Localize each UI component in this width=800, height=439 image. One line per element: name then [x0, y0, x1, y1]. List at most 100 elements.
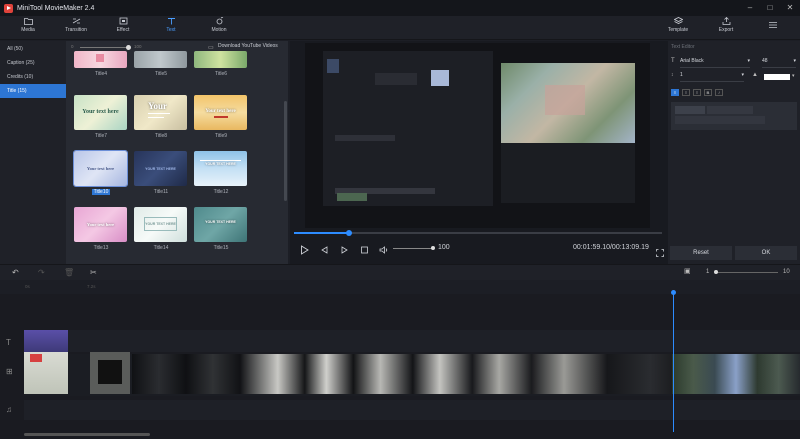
previous-frame-button[interactable] [320, 242, 329, 260]
playback-progress-bar[interactable] [294, 230, 662, 236]
bold-button[interactable]: B [704, 89, 712, 96]
timecode: 00:01:59.10/00:13:09.19 [573, 244, 649, 251]
title-item[interactable]: Title5 [134, 51, 188, 77]
thumbnail-size-slider[interactable] [80, 47, 130, 48]
volume-button[interactable] [379, 242, 388, 260]
text-input-area[interactable] [671, 102, 797, 130]
motion-button[interactable]: Motion [199, 17, 239, 33]
chevron-down-icon: ▾ [741, 72, 744, 78]
effect-button[interactable]: Effect [103, 17, 143, 33]
progress-handle[interactable] [346, 230, 353, 236]
title-item[interactable]: Your text here Title10 [73, 150, 128, 195]
title-preview-text: Your text here [205, 109, 236, 114]
text-button[interactable]: Text [151, 17, 191, 33]
title-thumbnail[interactable]: YOUR TEXT HERE [134, 151, 187, 186]
title-thumbnail[interactable]: Your text here [74, 207, 127, 242]
play-icon [301, 245, 309, 255]
slider-handle[interactable] [126, 45, 131, 50]
playhead-handle[interactable] [671, 290, 676, 295]
title-thumbnail[interactable]: YOUR TEXT HERE [134, 207, 187, 242]
title-label: Title14 [153, 245, 169, 251]
text-track[interactable] [24, 330, 800, 352]
title-thumbnail[interactable] [194, 51, 247, 68]
upload-icon [722, 17, 730, 25]
title-thumbnail[interactable] [134, 51, 187, 68]
export-button[interactable]: Export [706, 17, 746, 33]
text-track-icon: T [6, 338, 11, 347]
delete-icon[interactable]: 🗑 [64, 268, 74, 277]
title-thumbnail[interactable]: Your [134, 95, 187, 130]
ruler-tick: 0s [25, 284, 30, 289]
video-clip-strip[interactable] [672, 354, 800, 394]
timeline-tracks: T ⊞ ♫ [0, 294, 800, 439]
title-label: Title12 [213, 189, 229, 195]
timeline-scrollbar[interactable] [24, 433, 150, 436]
align-center-button[interactable]: ≡ [682, 89, 690, 96]
undo-icon[interactable]: ↶ [12, 268, 19, 277]
reset-button[interactable]: Reset [670, 246, 732, 260]
split-icon[interactable]: ✂ [90, 268, 97, 277]
close-icon[interactable]: ✕ [780, 0, 800, 16]
title-thumbnail[interactable] [74, 51, 127, 68]
title-item[interactable]: YOUR TEXT HERE Title12 [194, 151, 248, 195]
color-swatch[interactable] [764, 74, 790, 80]
title-preview-text: YOUR TEXT HERE [205, 162, 236, 166]
title-thumbnail[interactable]: YOUR TEXT HERE [194, 151, 247, 186]
title-item[interactable]: Your text here Title9 [194, 95, 248, 139]
title-thumbnail[interactable]: Your text here [73, 150, 128, 187]
fit-timeline-icon[interactable]: ▣ [684, 267, 691, 275]
menu-button[interactable] [753, 21, 793, 31]
category-credits[interactable]: Credits (10) [0, 70, 66, 84]
media-button[interactable]: Media [8, 17, 48, 33]
title-thumbnail[interactable]: Your text here [194, 95, 247, 130]
stop-icon [361, 246, 368, 254]
chevron-down-icon: ▾ [747, 58, 750, 64]
next-frame-button[interactable] [340, 242, 349, 260]
zoom-max-label: 100 [134, 44, 142, 49]
play-button[interactable] [300, 242, 309, 260]
font-size-dropdown[interactable]: 48 ▾ [762, 58, 796, 68]
library-scrollbar[interactable] [284, 101, 287, 201]
title-preview-text: YOUR TEXT HERE [145, 222, 176, 226]
volume-handle[interactable] [431, 246, 435, 250]
decor [148, 113, 170, 114]
text-editor-header: Text Editor [671, 44, 695, 50]
timeline-zoom-slider[interactable] [716, 272, 778, 273]
category-sidebar: All (50) Caption (25) Credits (10) Title… [0, 41, 66, 264]
title-thumbnail[interactable]: YOUR TEXT HERE [194, 207, 247, 242]
line-spacing-dropdown[interactable]: 1 ▾ [680, 72, 744, 82]
title-item[interactable]: YOUR TEXT HERE Title15 [194, 207, 248, 251]
category-caption[interactable]: Caption (25) [0, 56, 66, 70]
chevron-down-icon[interactable]: ▾ [792, 73, 795, 79]
title-item[interactable]: Your text here Title7 [74, 95, 128, 139]
maximize-icon[interactable]: □ [760, 0, 780, 16]
timeline-ruler[interactable]: 0s 7.2s [0, 280, 800, 294]
category-all[interactable]: All (50) [0, 42, 66, 56]
template-button[interactable]: Template [658, 17, 698, 33]
title-item[interactable]: Your Title8 [134, 95, 188, 139]
minimize-icon[interactable]: – [740, 0, 760, 16]
redo-icon[interactable]: ↷ [38, 268, 45, 277]
title-item[interactable]: Title6 [194, 51, 248, 77]
title-item[interactable]: Your text here Title13 [74, 207, 128, 251]
align-right-button[interactable]: ≡ [693, 89, 701, 96]
title-clip[interactable] [24, 330, 68, 352]
ok-button[interactable]: OK [735, 246, 797, 260]
italic-button[interactable]: I [715, 89, 723, 96]
video-clip-strip[interactable] [132, 354, 672, 394]
volume-slider[interactable] [393, 248, 433, 249]
font-dropdown[interactable]: Arial Black ▾ [680, 58, 750, 68]
download-youtube-link[interactable]: Download YouTube Videos [218, 43, 278, 49]
title-item[interactable]: Title4 [74, 51, 128, 77]
timeline-playhead[interactable] [673, 292, 674, 432]
title-item[interactable]: YOUR TEXT HERE Title14 [134, 207, 188, 251]
transition-button[interactable]: Transition [56, 17, 96, 33]
fullscreen-button[interactable] [656, 244, 664, 262]
stop-button[interactable] [360, 242, 369, 260]
title-item[interactable]: YOUR TEXT HERE Title11 [134, 151, 188, 195]
music-track[interactable] [24, 400, 800, 420]
timeline-zoom-handle[interactable] [714, 270, 718, 274]
title-thumbnail[interactable]: Your text here [74, 95, 127, 130]
category-title[interactable]: Title (15) [0, 84, 66, 98]
align-left-button[interactable]: ≡ [671, 89, 679, 96]
